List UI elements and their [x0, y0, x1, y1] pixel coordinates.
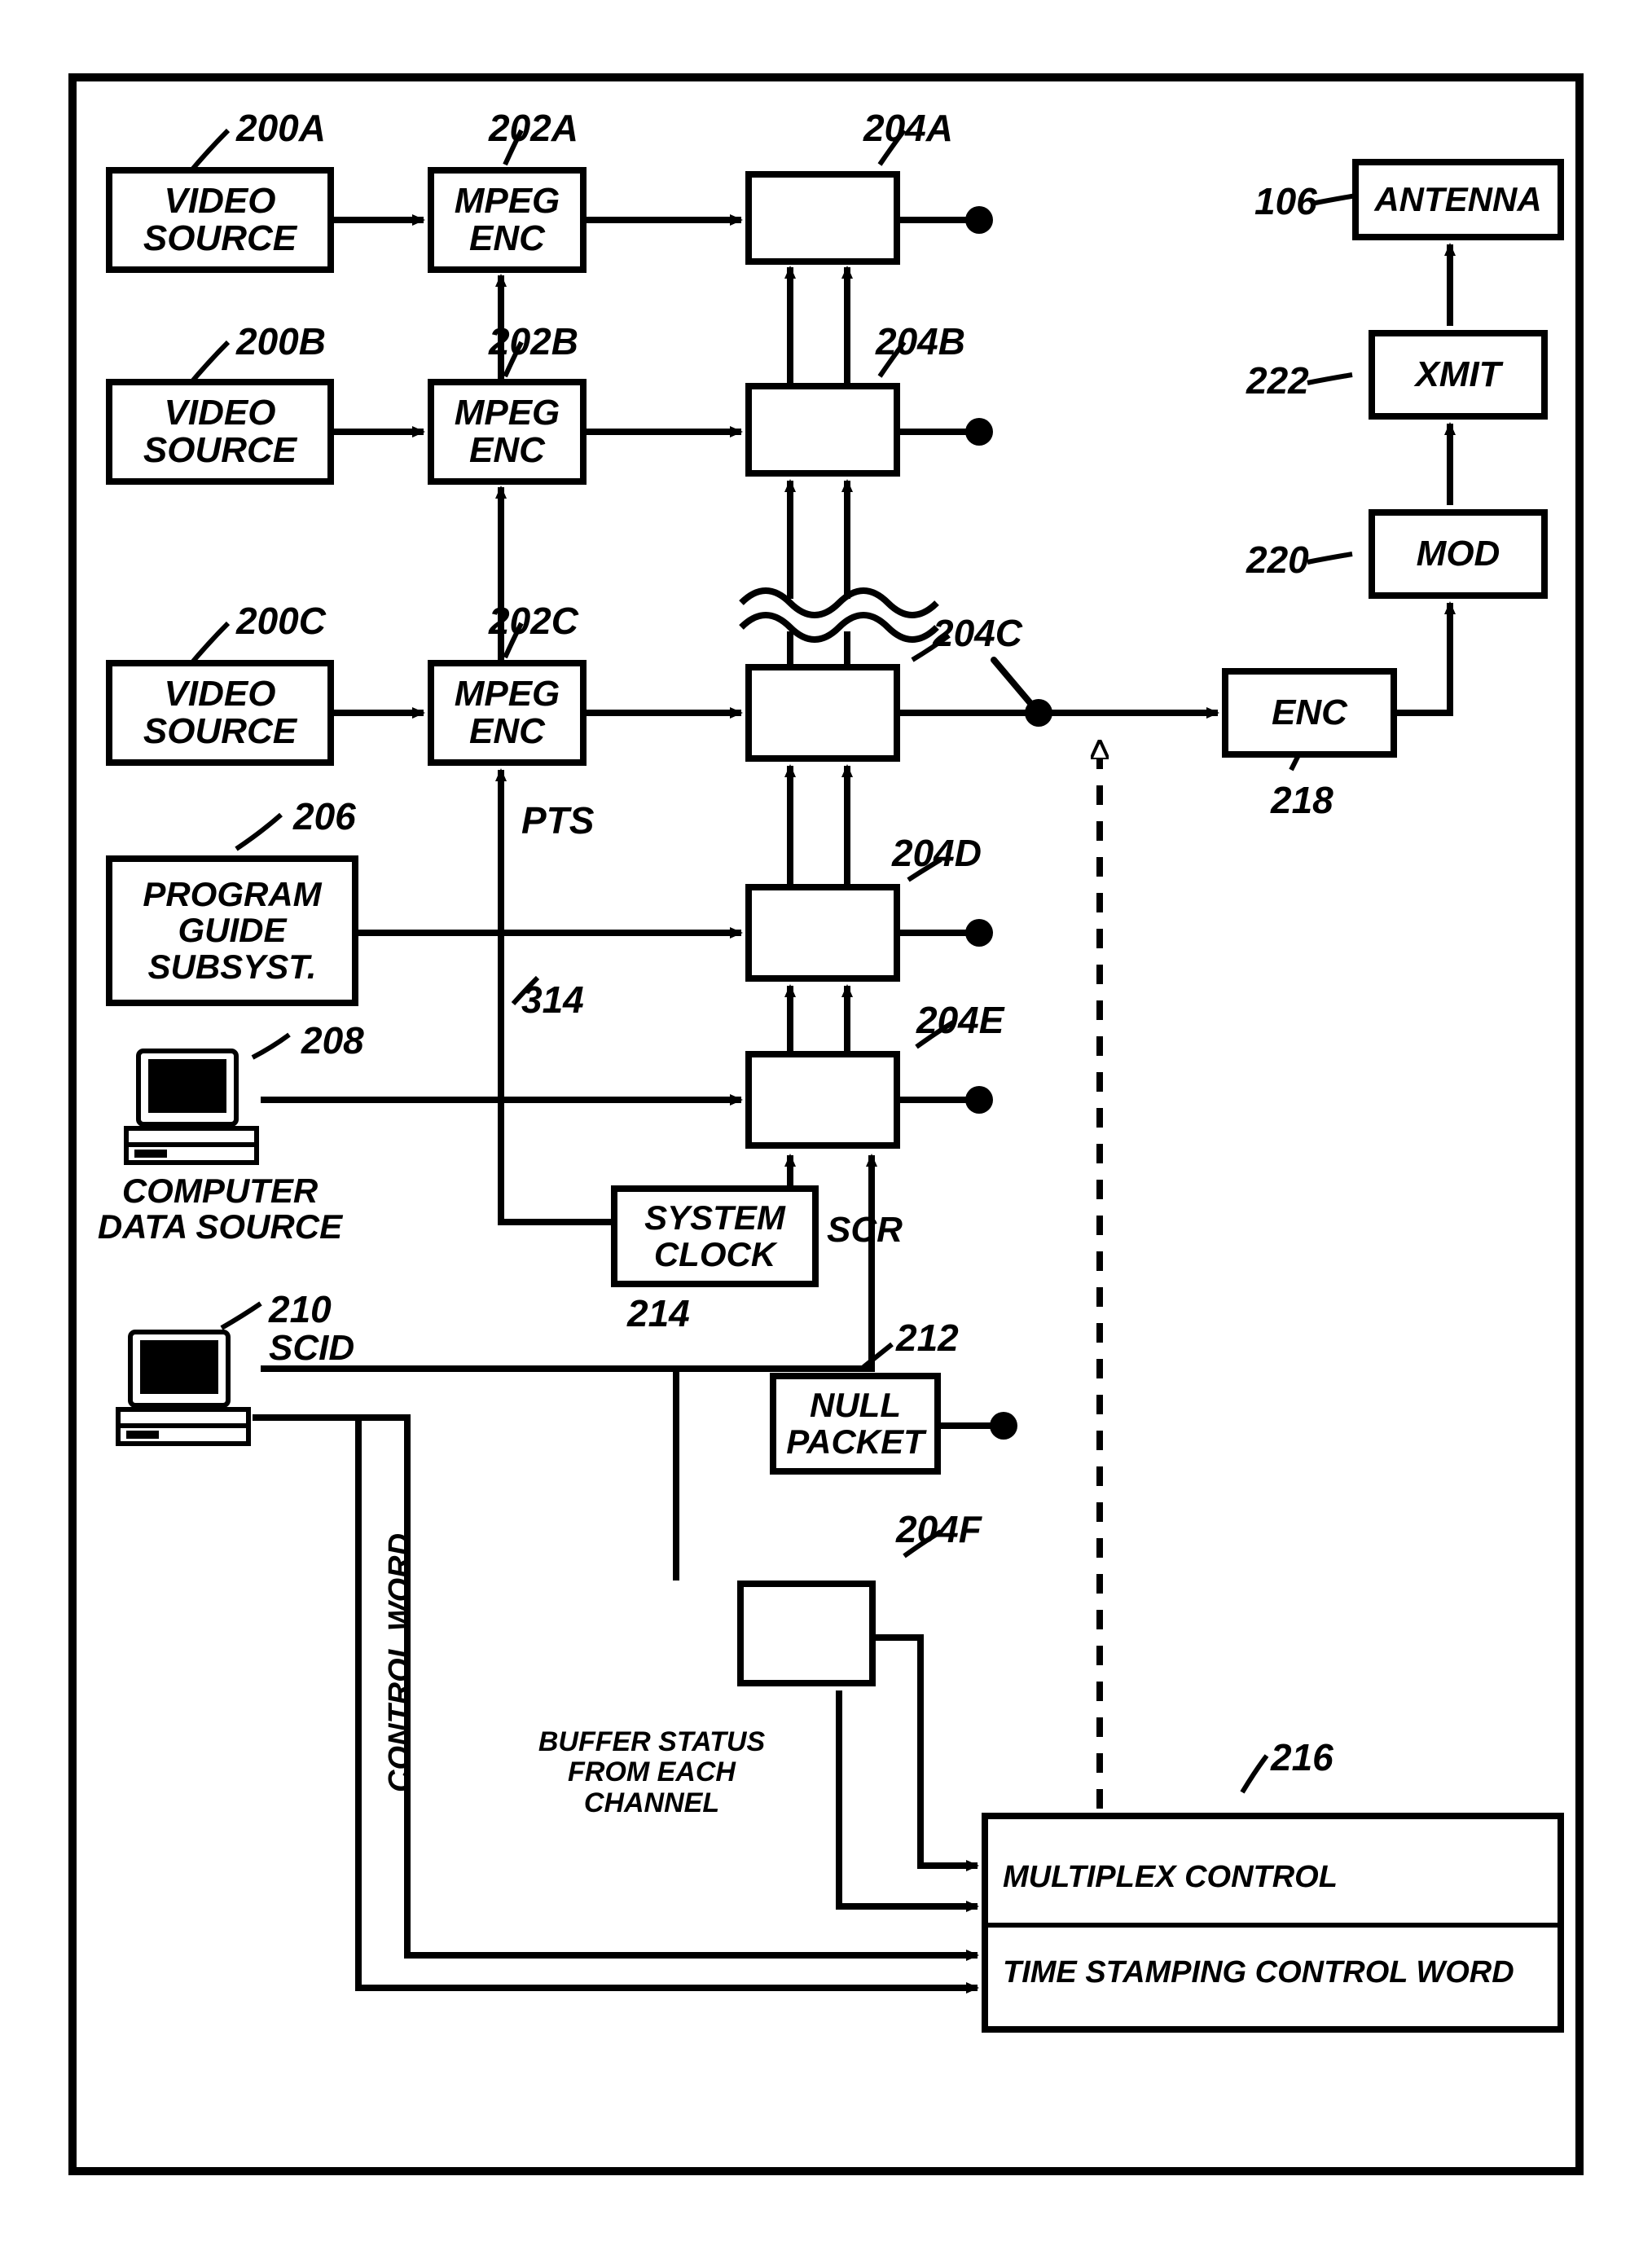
ref-216: 216 — [1271, 1735, 1333, 1779]
ref-204b: 204B — [876, 319, 965, 363]
ref-222: 222 — [1246, 358, 1309, 402]
ref-200c: 200C — [236, 599, 326, 643]
antenna-label: ANTENNA — [1359, 182, 1558, 218]
video-source-a-label: VIDEO SOURCE — [112, 182, 327, 257]
switch-dot-204e — [965, 1086, 993, 1114]
mpeg-enc-c-label: MPEG ENC — [434, 675, 580, 750]
mpeg-enc-c: MPEG ENC — [428, 660, 587, 766]
enc: ENC — [1222, 668, 1397, 758]
mux-ctrl-line1: MULTIPLEX CONTROL — [1003, 1860, 1338, 1895]
mux-204b — [745, 383, 900, 477]
mpeg-enc-a-label: MPEG ENC — [434, 182, 580, 257]
program-guide-subsystem: PROGRAM GUIDE SUBSYST. — [106, 855, 358, 1006]
ref-200b: 200B — [236, 319, 326, 363]
enc-label: ENC — [1228, 694, 1391, 732]
null-packet-label: NULL PACKET — [776, 1387, 934, 1459]
xmit: XMIT — [1369, 330, 1548, 420]
ref-204d: 204D — [892, 831, 982, 875]
video-source-c: VIDEO SOURCE — [106, 660, 334, 766]
buffer-status-label: BUFFER STATUS FROM EACH CHANNEL — [525, 1727, 778, 1818]
video-source-b: VIDEO SOURCE — [106, 379, 334, 485]
ref-202c: 202C — [489, 599, 578, 643]
ref-204c: 204C — [933, 611, 1022, 655]
ref-202b: 202B — [489, 319, 578, 363]
switch-dot-null — [990, 1412, 1017, 1440]
ref-212: 212 — [896, 1316, 959, 1360]
mod: MOD — [1369, 509, 1548, 599]
video-source-a: VIDEO SOURCE — [106, 167, 334, 273]
ref-204e: 204E — [916, 998, 1004, 1042]
mux-204e — [745, 1051, 900, 1149]
system-clock-label: SYSTEM CLOCK — [617, 1200, 812, 1272]
mux-204d — [745, 884, 900, 982]
computer-data-source-label: COMPUTER DATA SOURCE — [81, 1173, 358, 1245]
antenna: ANTENNA — [1352, 159, 1564, 240]
ref-220: 220 — [1246, 538, 1309, 582]
mpeg-enc-b-label: MPEG ENC — [434, 394, 580, 469]
mpeg-enc-a: MPEG ENC — [428, 167, 587, 273]
scid-computer-icon — [114, 1328, 253, 1450]
multiplex-control: MULTIPLEX CONTROL TIME STAMPING CONTROL … — [982, 1813, 1564, 2033]
video-source-c-label: VIDEO SOURCE — [112, 675, 327, 750]
ref-218: 218 — [1271, 778, 1333, 822]
xmit-label: XMIT — [1375, 356, 1541, 393]
pts-label: PTS — [521, 798, 594, 842]
ref-106: 106 — [1254, 179, 1317, 223]
ref-206: 206 — [293, 794, 356, 838]
control-word-label: CONTROL WORD — [383, 1533, 418, 1792]
ref-204f: 204F — [896, 1507, 982, 1551]
mux-204f — [737, 1581, 876, 1686]
video-source-b-label: VIDEO SOURCE — [112, 394, 327, 469]
mux-ctrl-line2: TIME STAMPING CONTROL WORD — [1003, 1955, 1514, 1990]
switch-dot-204b — [965, 418, 993, 446]
switch-dot-204a — [965, 206, 993, 234]
ref-204a: 204A — [863, 106, 953, 150]
mux-204a — [745, 171, 900, 265]
computer-data-source-icon — [122, 1047, 261, 1169]
ref-214: 214 — [627, 1291, 690, 1335]
system-clock: SYSTEM CLOCK — [611, 1185, 819, 1287]
mod-label: MOD — [1375, 535, 1541, 573]
program-guide-label: PROGRAM GUIDE SUBSYST. — [112, 877, 352, 984]
scid-label: SCID — [269, 1328, 354, 1369]
ref-200a: 200A — [236, 106, 326, 150]
null-packet: NULL PACKET — [770, 1373, 941, 1475]
switch-dot-204d — [965, 919, 993, 947]
scr-label: SCR — [827, 1210, 903, 1251]
ref-208: 208 — [301, 1018, 364, 1062]
ref-202a: 202A — [489, 106, 578, 150]
mux-204c — [745, 664, 900, 762]
ref-210: 210 — [269, 1287, 332, 1331]
ref-314: 314 — [521, 978, 584, 1022]
switch-dot-204c — [1025, 699, 1052, 727]
mpeg-enc-b: MPEG ENC — [428, 379, 587, 485]
